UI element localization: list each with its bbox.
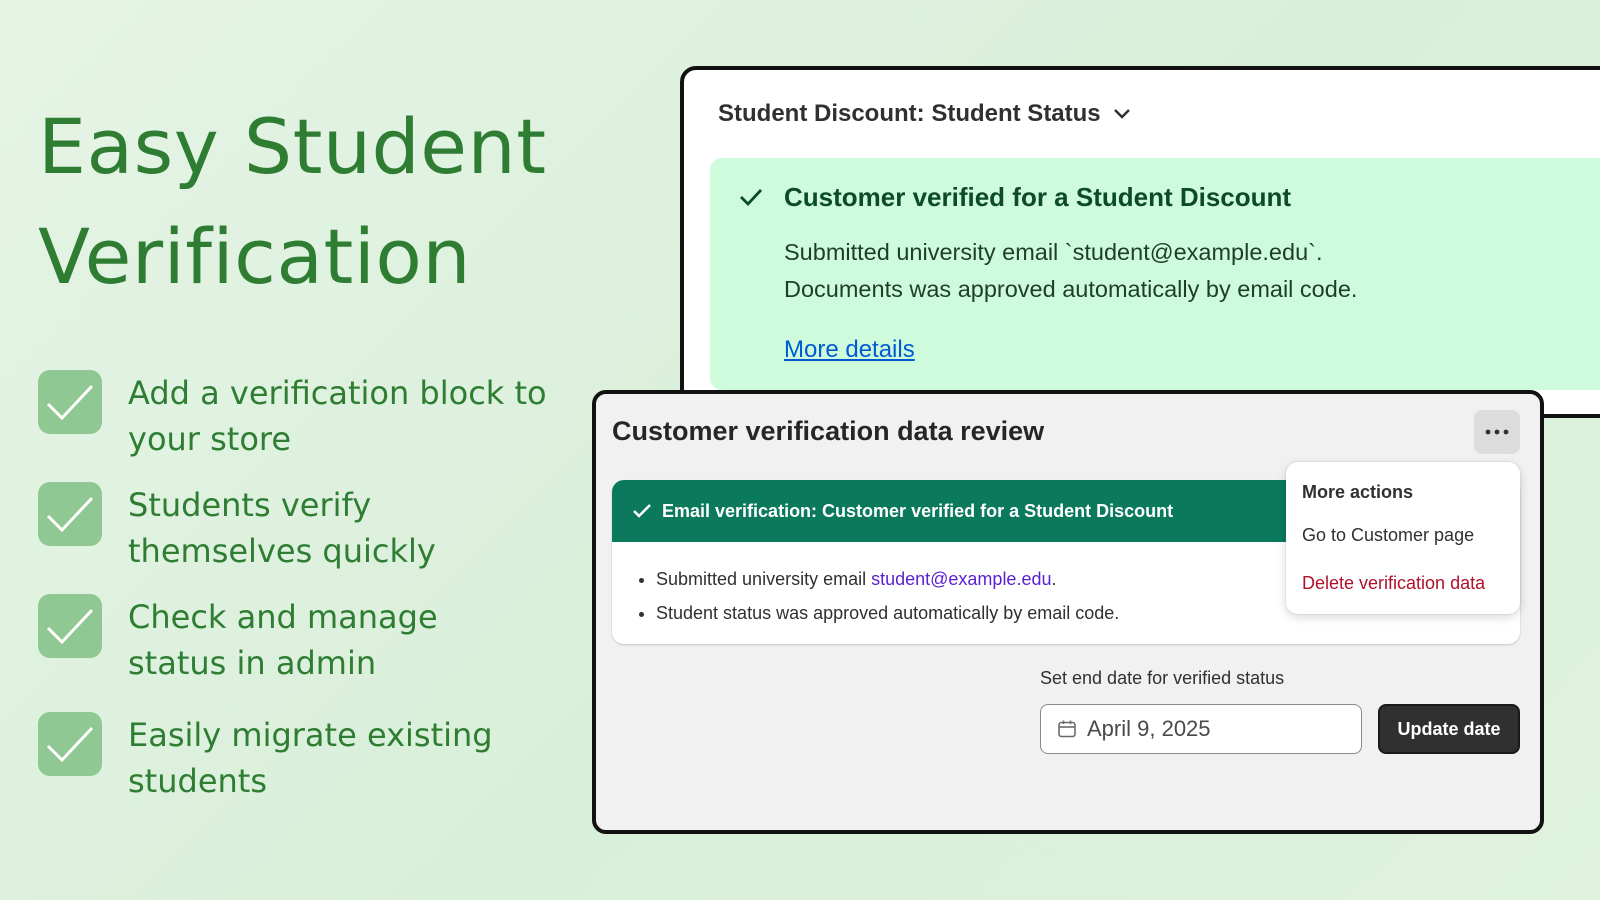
status-dropdown[interactable]: Student Discount: Student Status <box>718 100 1131 128</box>
go-to-customer-page-item[interactable]: Go to Customer page <box>1302 525 1474 546</box>
feature-text: Easily migrate existing students <box>128 716 493 800</box>
student-status-card: Student Discount: Student Status Custome… <box>680 66 1600 418</box>
checkmark-icon <box>38 482 102 546</box>
end-date-label: Set end date for verified status <box>1040 668 1285 688</box>
more-actions-button[interactable] <box>1474 410 1520 454</box>
update-date-button[interactable]: Update date <box>1378 704 1520 754</box>
menu-title: More actions <box>1302 482 1414 502</box>
verification-review-card: Customer verification data review Email … <box>592 390 1544 834</box>
ellipsis-icon <box>1485 429 1509 435</box>
feature-text: Check and manage status in admin <box>128 598 438 682</box>
card-title: Customer verification data review <box>612 416 1045 446</box>
headline-line-1: Easy Student <box>38 102 547 191</box>
success-body: Submitted university email `student@exam… <box>784 239 1358 302</box>
checkmark-icon <box>38 712 102 776</box>
success-banner: Customer verified for a Student Discount… <box>710 158 1600 390</box>
checkmark-icon <box>38 370 102 434</box>
end-date-value: April 9, 2025 <box>1087 716 1211 741</box>
verification-header-label: Email verification: Customer verified fo… <box>662 500 1174 521</box>
headline-line-2: Verification <box>38 212 472 301</box>
feature-text: Students verify themselves quickly <box>128 486 436 570</box>
headline: Easy Student Verification <box>38 92 618 312</box>
feature-item: Check and manage status in admin <box>38 594 568 686</box>
checkmark-icon <box>633 504 651 518</box>
more-details-link[interactable]: More details <box>784 336 915 364</box>
end-date-field[interactable]: April 9, 2025 <box>1040 704 1362 754</box>
delete-verification-data-item[interactable]: Delete verification data <box>1302 573 1485 594</box>
checkmark-icon <box>38 594 102 658</box>
email-link[interactable]: student@example.edu <box>871 569 1051 589</box>
feature-text: Add a verification block to your store <box>128 374 547 458</box>
feature-item: Students verify themselves quickly <box>38 482 568 574</box>
chevron-down-icon <box>1113 109 1130 119</box>
more-actions-menu: More actions Go to Customer page Delete … <box>1286 462 1520 614</box>
feature-item: Add a verification block to your store <box>38 370 568 462</box>
success-heading: Customer verified for a Student Discount <box>784 182 1292 212</box>
status-dropdown-label: Student Discount: Student Status <box>718 100 1101 127</box>
feature-item: Easily migrate existing students <box>38 712 568 804</box>
checkmark-icon <box>740 189 763 207</box>
calendar-icon <box>1058 720 1076 738</box>
